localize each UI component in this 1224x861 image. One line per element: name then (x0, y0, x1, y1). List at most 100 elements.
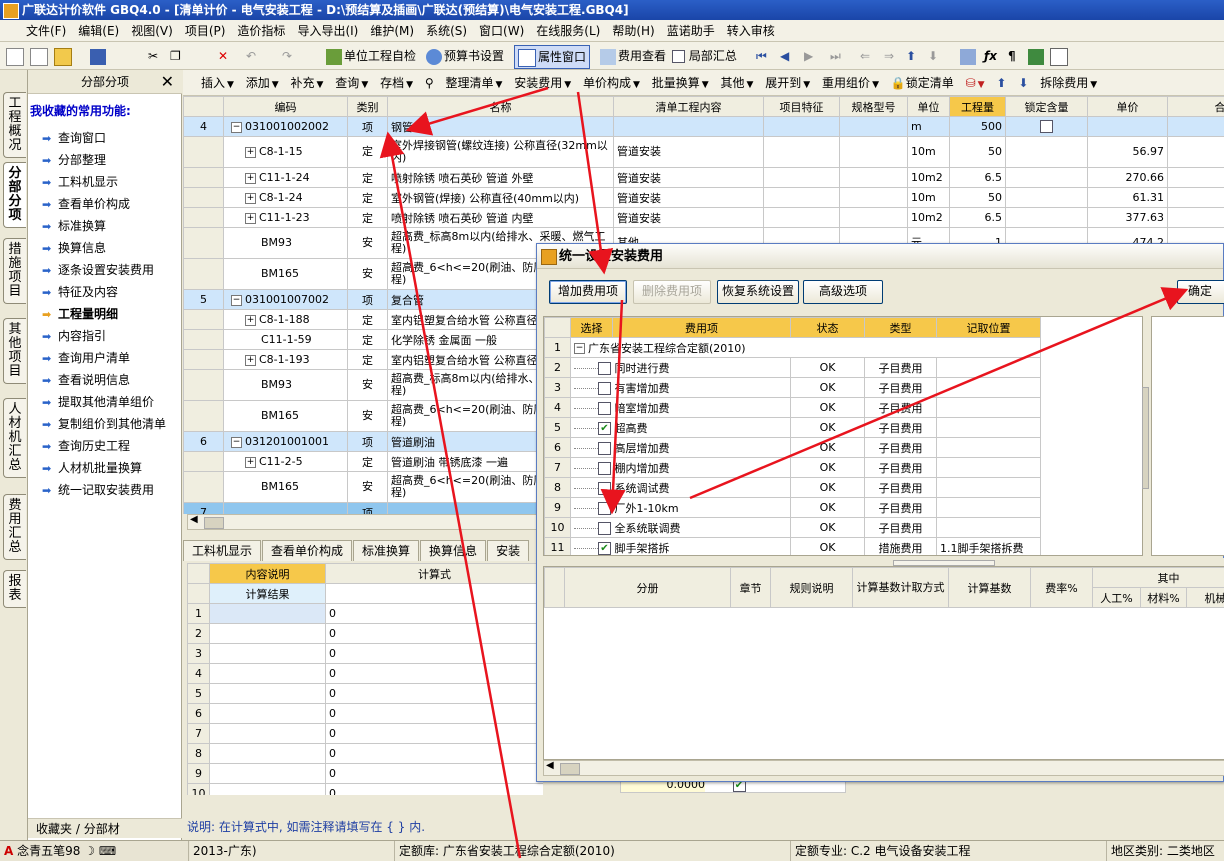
code-cell[interactable]: + C11-1-23 (223, 207, 348, 228)
fee-position-cell[interactable] (936, 437, 1041, 458)
restore-defaults-button[interactable]: 恢复系统设置 (717, 280, 799, 304)
fee-position-cell[interactable] (936, 377, 1041, 398)
code-cell[interactable]: + C11-2-5 (223, 451, 348, 472)
fee-name-cell[interactable]: 厂外1-10km (570, 497, 791, 518)
fee-type-cell[interactable]: 子目费用 (864, 477, 937, 498)
reuse-price-button[interactable]: 重用组价 ▼ (818, 70, 883, 95)
code-cell[interactable]: −031001002002 (223, 116, 348, 137)
menu-to-audit[interactable]: 转入审核 (721, 20, 781, 42)
desc-cell[interactable] (209, 723, 326, 744)
desc-cell[interactable] (209, 783, 326, 795)
table-row[interactable]: + C8-1-24 定室外钢管(焊接) 公称直径(40mm以内) 管道安装 10m 50 6… (183, 187, 1224, 208)
feature-cell[interactable] (763, 136, 840, 168)
feature-cell[interactable] (763, 167, 840, 188)
formula-cell[interactable]: 0 (325, 643, 543, 664)
detail-row[interactable]: 10 0 (187, 783, 543, 795)
col-header-content[interactable]: 清单工程内容 (613, 96, 764, 117)
col-header-spec[interactable]: 规格型号 (839, 96, 908, 117)
fav-item[interactable]: ➡ 查询窗口 (42, 128, 106, 148)
code-cell[interactable]: + C8-1-15 (223, 136, 348, 168)
expand-to-button[interactable]: 展开到 ▼ (761, 70, 814, 95)
move-up-icon[interactable]: ⬆ (906, 45, 916, 67)
formula-cell[interactable]: 0 (325, 683, 543, 704)
formula-cell[interactable]: 0 (325, 603, 543, 624)
fee-name-cell[interactable]: 暗室增加费 (570, 397, 791, 418)
fee-type-cell[interactable]: 子目费用 (864, 377, 937, 398)
detail-row[interactable]: 70 (187, 723, 543, 744)
content-cell[interactable]: 管道安装 (613, 136, 764, 168)
tab-convert-info[interactable]: 换算信息 (420, 540, 487, 561)
formula-cell[interactable]: 0 (325, 623, 543, 644)
other-button[interactable]: 其他 ▼ (717, 70, 758, 95)
collapse-icon[interactable]: − (231, 436, 242, 448)
fav-item[interactable]: ➡ 工料机显示 (42, 172, 118, 192)
col-header-lock[interactable]: 锁定含量 (1005, 96, 1088, 117)
col-header-desc[interactable]: 内容说明 (209, 563, 326, 584)
name-cell[interactable]: 钢管 (387, 116, 614, 137)
fee-row[interactable]: 4 暗室增加费 OK 子目费用 (544, 397, 1041, 418)
expand-icon[interactable]: + (245, 456, 256, 468)
expand-icon[interactable]: + (245, 354, 256, 366)
detail-row[interactable]: 20 (187, 623, 543, 644)
fee-type-cell[interactable]: 措施费用 (864, 537, 937, 555)
fee-name-cell[interactable]: 全系统联调费 (570, 517, 791, 538)
col-header-machine[interactable]: 机械 (1185, 587, 1224, 608)
formula-cell[interactable]: 0 (325, 663, 543, 684)
table-row[interactable]: 4−031001002002 项钢管 m 500 (183, 116, 1224, 137)
col-header-status[interactable]: 状态 (790, 317, 865, 338)
spec-cell[interactable] (839, 136, 908, 168)
menu-maintain[interactable]: 维护(M) (364, 20, 420, 42)
table-row[interactable]: + C11-1-24 定喷射除锈 喷石英砂 管道 外壁 管道安装 10m2 6.5 270.… (183, 167, 1224, 188)
fav-item[interactable]: ➡ 换算信息 (42, 238, 106, 258)
name-cell[interactable]: 室外焊接钢管(螺纹连接) 公称直径(32mm以内) (387, 136, 614, 168)
col-header-qty[interactable]: 工程量 (949, 96, 1006, 117)
spec-cell[interactable] (839, 116, 908, 137)
tab-std-convert[interactable]: 标准换算 (353, 540, 420, 561)
unit-cell[interactable]: 10m (907, 136, 950, 168)
tab-materials[interactable]: 分部材 (84, 822, 120, 836)
fee-row[interactable]: 3 有害增加费 OK 子目费用 (544, 377, 1041, 398)
cube-icon[interactable] (1028, 45, 1046, 67)
detail-row[interactable]: 40 (187, 663, 543, 684)
col-header-volume[interactable]: 分册 (564, 567, 731, 608)
desc-cell[interactable] (209, 603, 326, 624)
dialog-horizontal-scrollbar[interactable]: ◀ (543, 760, 1224, 776)
type-cell[interactable]: 定 (347, 309, 388, 330)
code-cell[interactable]: + C8-1-24 (223, 187, 348, 208)
tab-favorites[interactable]: 收藏夹 (36, 822, 72, 836)
menu-view[interactable]: 视图(V) (125, 20, 179, 42)
paragraph-icon[interactable]: ¶ (1008, 45, 1016, 67)
vertical-splitter[interactable] (1142, 387, 1149, 489)
code-cell[interactable]: C11-1-59 (223, 329, 348, 350)
fav-item[interactable]: ➡ 查看说明信息 (42, 370, 130, 390)
save-icon[interactable] (90, 45, 108, 67)
tab-project-overview[interactable]: 工程概况 (3, 92, 26, 158)
fee-row[interactable]: 6 高层增加费 OK 子目费用 (544, 437, 1041, 458)
total-cell[interactable]: 1759. (1167, 167, 1224, 188)
fee-row[interactable]: 9 厂外1-10km OK 子目费用 (544, 497, 1041, 518)
unit-price-button[interactable]: 单价构成 ▼ (579, 70, 644, 95)
detail-row[interactable]: 60 (187, 703, 543, 724)
collapse-icon[interactable]: − (231, 294, 242, 306)
content-cell[interactable]: 管道安装 (613, 187, 764, 208)
lock-checkbox[interactable] (1040, 120, 1053, 134)
type-cell[interactable]: 定 (347, 167, 388, 188)
menu-window[interactable]: 窗口(W) (473, 20, 530, 42)
table-row[interactable]: + C11-1-23 定喷射除锈 喷石英砂 管道 内壁 管道安装 10m2 6.5 377.… (183, 207, 1224, 228)
expand-icon[interactable]: + (245, 314, 256, 326)
formula-cell[interactable]: 0 (325, 743, 543, 764)
spec-cell[interactable] (839, 187, 908, 208)
list-icon[interactable] (1050, 45, 1070, 67)
content-cell[interactable]: 管道安装 (613, 167, 764, 188)
col-header-rule[interactable]: 规则说明 (770, 567, 853, 608)
fee-type-cell[interactable]: 子目费用 (864, 517, 937, 538)
fav-item[interactable]: ➡ 内容指引 (42, 326, 106, 346)
type-cell[interactable]: 项 (347, 116, 388, 137)
total-cell[interactable]: 2454 (1167, 207, 1224, 228)
feature-cell[interactable] (763, 207, 840, 228)
col-header-base[interactable]: 计算基数 (948, 567, 1031, 608)
fee-select-checkbox[interactable] (598, 482, 611, 495)
code-cell[interactable]: BM165 (223, 471, 348, 503)
ime-bar[interactable]: A 念青五笔98 ☽ ⌨ (0, 841, 190, 861)
fee-select-checkbox[interactable] (598, 462, 611, 475)
